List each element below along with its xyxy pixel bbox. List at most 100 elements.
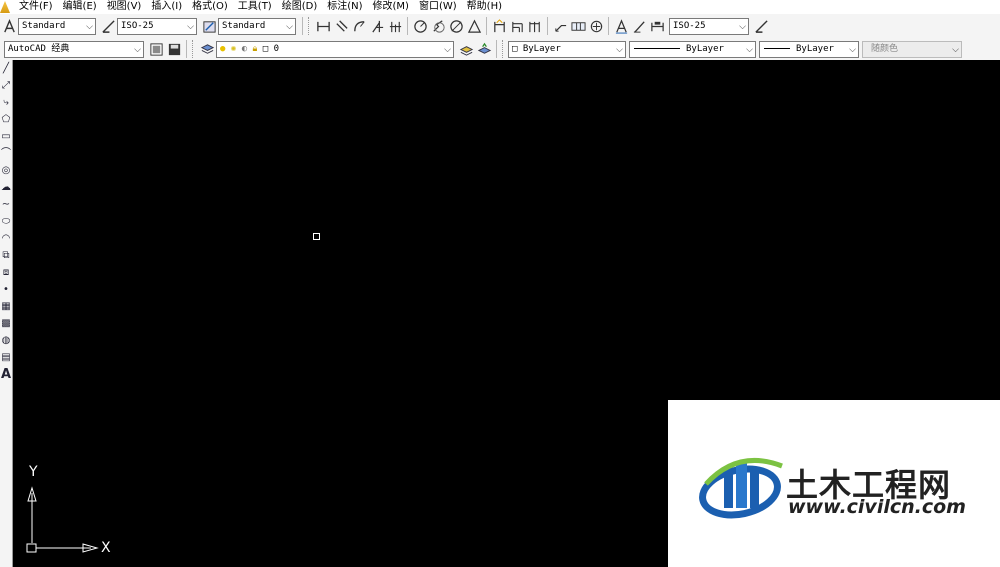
toolbar-grip[interactable]	[502, 40, 506, 58]
dimension-style-manager-icon[interactable]	[753, 18, 769, 34]
layer-properties-icon[interactable]	[199, 41, 215, 57]
linear-dimension-icon[interactable]	[315, 18, 331, 34]
chevron-down-icon: ⌵	[444, 44, 451, 55]
workspace-value: AutoCAD 经典	[8, 43, 70, 54]
center-mark-icon[interactable]	[588, 18, 604, 34]
make-block-icon[interactable]: ⧈	[0, 264, 12, 281]
line-icon[interactable]: ╱	[0, 60, 12, 77]
dim-style-icon[interactable]	[100, 18, 116, 34]
dimension-update-icon[interactable]	[649, 18, 665, 34]
dimension-text-edit-icon[interactable]	[631, 18, 647, 34]
menu-dimension[interactable]: 标注(N)	[322, 0, 367, 14]
qleader-icon[interactable]	[552, 18, 568, 34]
circle-icon[interactable]: ◎	[0, 162, 12, 179]
ordinate-dimension-icon[interactable]	[369, 18, 385, 34]
watermark-url: www.civilcn.com	[788, 496, 966, 518]
gradient-icon[interactable]: ▩	[0, 315, 12, 332]
menu-edit[interactable]: 编辑(E)	[58, 0, 102, 14]
ellipse-arc-icon[interactable]: ◠	[0, 230, 12, 247]
insert-block-icon[interactable]: ⧉	[0, 247, 12, 264]
workspace-select[interactable]: AutoCAD 经典 ⌵	[4, 40, 144, 58]
revision-cloud-icon[interactable]: ☁	[0, 179, 12, 196]
toolbar-grip[interactable]	[308, 17, 312, 35]
ellipse-icon[interactable]: ⬭	[0, 213, 12, 230]
menu-draw[interactable]: 绘图(D)	[277, 0, 323, 14]
menu-help[interactable]: 帮助(H)	[462, 0, 507, 14]
color-control-select[interactable]: □ ByLayer ⌵	[508, 40, 626, 58]
watermark-panel: 土木工程网 www.civilcn.com	[668, 400, 1000, 567]
radius-dimension-icon[interactable]	[412, 18, 428, 34]
table-style-select[interactable]: Standard ⌵	[218, 17, 296, 35]
construction-line-icon[interactable]: ⤢	[0, 77, 12, 94]
lineweight-control-select[interactable]: ByLayer ⌵	[759, 40, 859, 58]
save-workspace-icon[interactable]	[166, 41, 182, 57]
make-object-layer-current-icon[interactable]	[458, 41, 474, 57]
layer-select[interactable]: ● ✺ ◐ 🔒︎ □ 0 ⌵	[216, 40, 454, 58]
chevron-down-icon: ⌵	[187, 21, 194, 32]
spline-icon[interactable]: ∼	[0, 196, 12, 213]
menu-bar: 文件(F) 编辑(E) 视图(V) 插入(I) 格式(O) 工具(T) 绘图(D…	[0, 0, 1000, 14]
multiline-text-icon[interactable]: A	[0, 366, 12, 383]
menu-format[interactable]: 格式(O)	[187, 0, 233, 14]
ordinate-dimension-alt-icon[interactable]	[387, 18, 403, 34]
dim-style-value: ISO-25	[121, 20, 154, 31]
aligned-dimension-icon[interactable]	[333, 18, 349, 34]
continue-dimension-icon[interactable]	[527, 18, 543, 34]
menu-view[interactable]: 视图(V)	[102, 0, 147, 14]
arc-length-icon[interactable]	[351, 18, 367, 34]
autocad-app-icon[interactable]	[0, 1, 10, 13]
plot-style-control-select[interactable]: 随颜色 ⌵	[862, 40, 962, 58]
point-icon[interactable]: •	[0, 281, 12, 298]
menu-modify[interactable]: 修改(M)	[368, 0, 414, 14]
polyline-icon[interactable]: ⤷	[0, 94, 12, 111]
menu-insert[interactable]: 插入(I)	[146, 0, 187, 14]
angular-dimension-icon[interactable]	[466, 18, 482, 34]
layer-previous-icon[interactable]	[476, 41, 492, 57]
baseline-dimension-icon[interactable]	[509, 18, 525, 34]
lock-icon: 🔒︎	[252, 43, 258, 54]
viewport-freeze-icon: ◐	[241, 43, 248, 54]
toolbar-grip[interactable]	[192, 40, 196, 58]
quick-dimension-icon[interactable]	[491, 18, 507, 34]
rectangle-icon[interactable]: ▭	[0, 128, 12, 145]
table-style-icon[interactable]	[201, 18, 217, 34]
ucs-icon	[26, 486, 99, 553]
menu-window[interactable]: 窗口(W)	[414, 0, 462, 14]
toolbar-separator	[186, 40, 187, 58]
menu-tools[interactable]: 工具(T)	[233, 0, 277, 14]
region-icon[interactable]: ◍	[0, 332, 12, 349]
color-value: ByLayer	[522, 43, 561, 54]
dim-style-select[interactable]: ISO-25 ⌵	[117, 17, 197, 35]
chevron-down-icon: ⌵	[746, 44, 753, 55]
chevron-down-icon: ⌵	[952, 44, 959, 55]
table-icon[interactable]: ▤	[0, 349, 12, 366]
properties-toolbar: AutoCAD 经典 ⌵ ● ✺ ◐ 🔒︎ □ 0 ⌵ □ ByLayer ⌵ B…	[0, 38, 1000, 61]
tolerance-icon[interactable]	[570, 18, 586, 34]
text-style-select[interactable]: Standard ⌵	[18, 17, 96, 35]
diameter-dimension-icon[interactable]	[448, 18, 464, 34]
layer-color-swatch: □	[262, 43, 269, 54]
dimension-edit-icon[interactable]	[613, 18, 629, 34]
toolbar-separator	[547, 17, 548, 35]
workspace-settings-icon[interactable]	[148, 41, 164, 57]
arc-icon[interactable]: ⌒	[0, 145, 12, 162]
chevron-down-icon: ⌵	[286, 21, 293, 32]
dim-style-control-select[interactable]: ISO-25 ⌵	[669, 17, 749, 35]
chevron-down-icon: ⌵	[739, 21, 746, 32]
toolbar-separator	[302, 17, 303, 35]
jogged-dimension-icon[interactable]	[430, 18, 446, 34]
menu-file[interactable]: 文件(F)	[14, 0, 58, 14]
text-style-icon[interactable]	[1, 18, 17, 34]
color-swatch-icon: □	[512, 43, 518, 54]
polygon-icon[interactable]: ⬠	[0, 111, 12, 128]
chevron-down-icon: ⌵	[616, 44, 623, 55]
chevron-down-icon: ⌵	[849, 44, 856, 55]
toolbar-separator	[407, 17, 408, 35]
lightbulb-icon: ●	[220, 43, 226, 54]
hatch-icon[interactable]: ▦	[0, 298, 12, 315]
text-style-value: Standard	[22, 20, 66, 31]
plot-style-value: 随颜色	[871, 43, 899, 54]
chevron-down-icon: ⌵	[134, 44, 141, 55]
civilcn-logo	[699, 457, 783, 519]
linetype-control-select[interactable]: ByLayer ⌵	[629, 40, 756, 58]
